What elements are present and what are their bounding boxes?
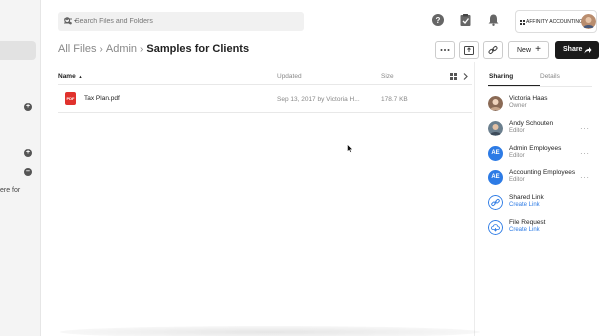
chevron-right-icon: › xyxy=(140,44,144,55)
header-divider xyxy=(58,84,472,85)
column-header-name-label: Name xyxy=(58,73,76,80)
panel-divider xyxy=(474,62,475,336)
file-request-title: File Request xyxy=(509,219,546,226)
minus-icon[interactable]: – xyxy=(24,168,32,176)
file-name[interactable]: Tax Plan.pdf xyxy=(84,95,120,102)
svg-text:?: ? xyxy=(436,16,441,25)
file-request-icon xyxy=(488,220,503,235)
pdf-file-icon: PDF xyxy=(65,92,76,105)
copy-link-button[interactable] xyxy=(483,41,503,59)
shared-link-title: Shared Link xyxy=(509,194,544,201)
more-options-icon[interactable]: ··· xyxy=(580,124,590,133)
create-shared-link[interactable]: Create Link xyxy=(509,202,540,208)
link-icon xyxy=(488,195,503,210)
breadcrumb-all-files[interactable]: All Files xyxy=(58,43,97,55)
help-icon[interactable]: ? xyxy=(432,14,444,26)
search-input[interactable] xyxy=(75,14,275,29)
share-group-accounting-employees[interactable]: AE Accounting Employees Editor ··· xyxy=(488,168,600,188)
share-member-andy-schouten[interactable]: Andy Schouten Editor ··· xyxy=(488,119,600,139)
column-header-updated[interactable]: Updated xyxy=(277,73,302,80)
notifications-icon[interactable] xyxy=(488,14,499,26)
sidebar-partial-text: ere for xyxy=(0,187,21,194)
add-icon[interactable]: + xyxy=(24,103,32,111)
file-size: 178.7 KB xyxy=(381,96,408,103)
share-member-victoria-haas[interactable]: Victoria Haas Owner xyxy=(488,94,600,114)
upload-icon xyxy=(464,46,474,55)
grid-icon xyxy=(520,20,525,25)
member-name: Andy Schouten xyxy=(509,120,554,127)
tasks-icon[interactable] xyxy=(460,14,471,26)
member-name: Admin Employees xyxy=(509,145,562,152)
chevron-right-icon: › xyxy=(99,44,103,55)
share-button-label: Share xyxy=(563,46,583,53)
search-bar[interactable] xyxy=(58,12,304,31)
account-menu-button[interactable]: AFFINITY ACCOUNTING xyxy=(515,10,597,33)
share-group-admin-employees[interactable]: AE Admin Employees Editor ··· xyxy=(488,144,600,164)
file-request-item[interactable]: File Request Create Link xyxy=(488,218,600,238)
row-divider xyxy=(58,112,472,113)
create-file-request-link[interactable]: Create Link xyxy=(509,227,540,233)
grid-view-icon[interactable] xyxy=(450,73,457,80)
member-role: Owner xyxy=(509,103,527,109)
column-header-name[interactable]: Name ▲ xyxy=(58,73,83,80)
filter-options-icon[interactable] xyxy=(64,17,78,25)
group-avatar: AE xyxy=(488,146,503,161)
new-button[interactable]: New + xyxy=(508,41,549,59)
member-role: Editor xyxy=(509,153,525,159)
sort-ascending-icon: ▲ xyxy=(78,74,83,79)
account-name: AFFINITY ACCOUNTING xyxy=(526,19,583,25)
chevron-right-icon[interactable] xyxy=(463,73,468,80)
bottom-shadow xyxy=(60,326,480,336)
file-updated: Sep 13, 2017 by Victoria H... xyxy=(277,96,360,103)
user-avatar xyxy=(488,96,503,111)
left-sidebar: + + – ere for xyxy=(0,0,41,336)
group-avatar: AE xyxy=(488,170,503,185)
link-icon xyxy=(488,46,498,54)
share-button[interactable]: Share xyxy=(555,41,599,59)
sidebar-active-item[interactable] xyxy=(0,41,36,60)
plus-icon: + xyxy=(535,44,541,55)
tab-sharing[interactable]: Sharing xyxy=(489,73,513,80)
more-options-icon[interactable]: ··· xyxy=(580,173,590,182)
tabs-divider xyxy=(488,86,592,87)
breadcrumb-admin[interactable]: Admin xyxy=(106,43,137,55)
user-avatar xyxy=(581,14,596,29)
page-title: Samples for Clients xyxy=(146,43,250,55)
user-avatar xyxy=(488,121,503,136)
column-header-size[interactable]: Size xyxy=(381,73,394,80)
breadcrumb: All Files › Admin › Samples for Clients xyxy=(58,43,249,55)
member-name: Victoria Haas xyxy=(509,95,548,102)
add-icon[interactable]: + xyxy=(24,149,32,157)
share-arrow-icon xyxy=(584,47,592,54)
tab-details[interactable]: Details xyxy=(540,73,560,80)
member-name: Accounting Employees xyxy=(509,169,576,176)
member-role: Editor xyxy=(509,177,525,183)
new-button-label: New xyxy=(517,47,532,54)
mouse-cursor-icon xyxy=(347,144,353,153)
shared-link-item[interactable]: Shared Link Create Link xyxy=(488,193,600,213)
member-role: Editor xyxy=(509,128,525,134)
more-horizontal-icon xyxy=(440,49,450,51)
more-options-button[interactable] xyxy=(435,41,455,59)
upload-button[interactable] xyxy=(459,41,479,59)
more-options-icon[interactable]: ··· xyxy=(580,149,590,158)
